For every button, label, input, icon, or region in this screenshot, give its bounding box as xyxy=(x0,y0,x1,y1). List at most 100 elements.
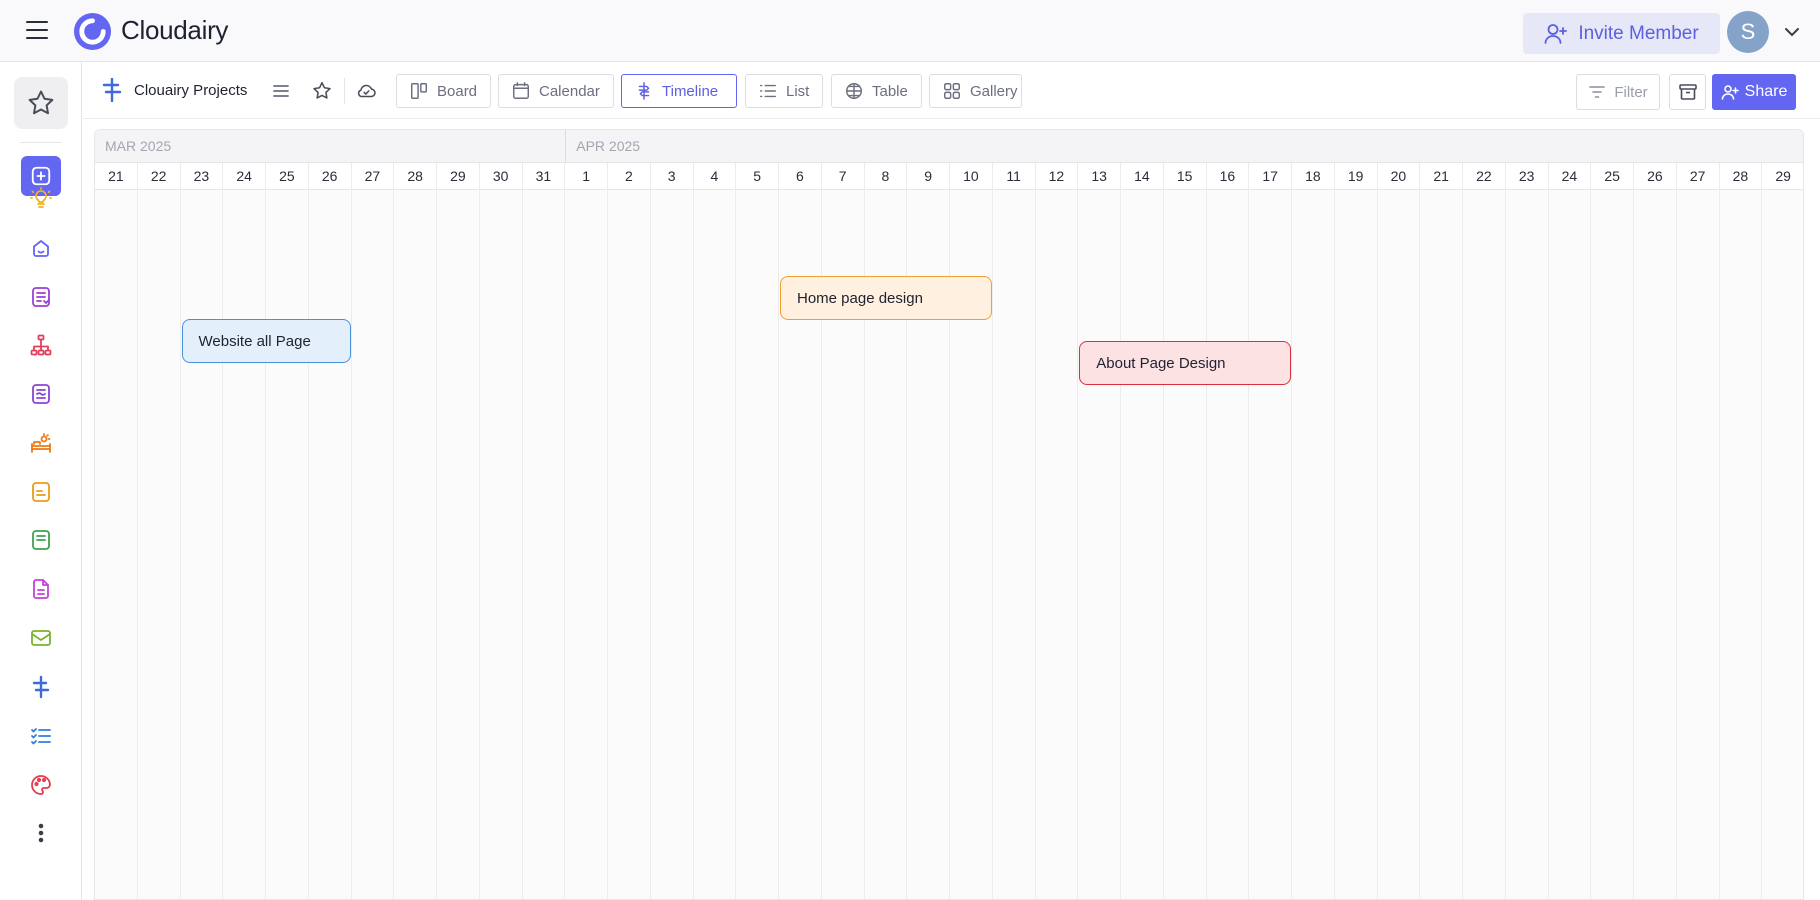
checklist-icon xyxy=(31,728,51,745)
left-sidebar xyxy=(0,62,82,900)
day-column[interactable] xyxy=(1420,190,1463,899)
day-header: 17 xyxy=(1249,163,1292,190)
day-column[interactable] xyxy=(1207,190,1250,899)
day-header: 28 xyxy=(394,163,437,190)
day-column[interactable] xyxy=(1677,190,1720,899)
tab-label: Board xyxy=(437,82,478,100)
day-header-row: 21 22 23 24 25 26 27 28 29 30 31 1 2 3 4 5 6 7 8 9 10 11 12 13 1… xyxy=(95,163,1803,190)
sidebar-item-bulb[interactable] xyxy=(21,179,61,219)
tab-list[interactable]: List xyxy=(745,74,823,108)
tab-table[interactable]: Table xyxy=(831,74,922,108)
tab-gallery[interactable]: Gallery xyxy=(929,74,1022,108)
day-column[interactable] xyxy=(181,190,224,899)
sidebar-item-note-green[interactable] xyxy=(21,520,61,560)
sidebar-item-notes[interactable] xyxy=(21,277,61,317)
day-column[interactable] xyxy=(651,190,694,899)
day-column[interactable] xyxy=(1335,190,1378,899)
calendar-icon xyxy=(513,82,529,99)
share-label: Share xyxy=(1744,83,1788,100)
day-header: 15 xyxy=(1164,163,1207,190)
tab-label: Calendar xyxy=(539,82,600,100)
day-column[interactable] xyxy=(309,190,352,899)
day-column[interactable] xyxy=(1292,190,1335,899)
table-icon xyxy=(846,83,862,100)
tab-calendar[interactable]: Calendar xyxy=(498,74,614,108)
menu-icon[interactable] xyxy=(26,21,48,40)
day-header: 16 xyxy=(1207,163,1250,190)
day-header: 22 xyxy=(1463,163,1506,190)
share-button[interactable]: Share xyxy=(1712,74,1796,110)
notes-icon xyxy=(32,287,50,307)
sidebar-item-note-yellow[interactable] xyxy=(21,472,61,512)
sidebar-item-signpost[interactable] xyxy=(21,667,61,707)
sidebar-item-palette[interactable] xyxy=(21,765,61,805)
day-header: 14 xyxy=(1121,163,1164,190)
day-header: 22 xyxy=(138,163,181,190)
timeline-body[interactable]: Website all Page Home page design About Pa… xyxy=(95,190,1803,899)
month-label: MAR 2025 xyxy=(105,138,172,154)
chevron-down-icon[interactable] xyxy=(1782,22,1802,42)
timeline-task-bar[interactable]: Home page design xyxy=(780,276,992,320)
tab-board[interactable]: Board xyxy=(396,74,491,108)
day-column[interactable] xyxy=(1121,190,1164,899)
sidebar-item-sun-sofa[interactable] xyxy=(21,424,61,464)
timeline-grid: MAR 2025 APR 2025 21 22 23 24 25 26 27 28 29 30 31… xyxy=(94,129,1804,900)
day-column[interactable] xyxy=(565,190,608,899)
sidebar-item-checklist[interactable] xyxy=(21,716,61,756)
day-column[interactable] xyxy=(694,190,737,899)
invite-member-button[interactable]: Invite Member xyxy=(1523,13,1720,54)
day-column[interactable] xyxy=(608,190,651,899)
day-column[interactable] xyxy=(223,190,266,899)
day-column[interactable] xyxy=(480,190,523,899)
timeline-task-bar[interactable]: About Page Design xyxy=(1079,341,1291,385)
filter-button[interactable]: Filter xyxy=(1576,74,1660,110)
tab-timeline[interactable]: Timeline xyxy=(621,74,737,108)
palette-icon xyxy=(31,775,51,795)
menu-lines-icon[interactable] xyxy=(270,80,292,102)
day-column[interactable] xyxy=(437,190,480,899)
cloudairy-logo-icon[interactable] xyxy=(73,12,112,51)
day-column[interactable] xyxy=(1249,190,1292,899)
sidebar-item-document-lines[interactable] xyxy=(21,374,61,414)
day-column[interactable] xyxy=(1549,190,1592,899)
day-column[interactable] xyxy=(1506,190,1549,899)
day-column[interactable] xyxy=(736,190,779,899)
task-label: Home page design xyxy=(797,289,923,307)
day-column[interactable] xyxy=(993,190,1036,899)
day-column[interactable] xyxy=(1078,190,1121,899)
sidebar-item-home[interactable] xyxy=(21,228,61,268)
day-header: 25 xyxy=(266,163,309,190)
day-header: 25 xyxy=(1591,163,1634,190)
sidebar-item-mail[interactable] xyxy=(21,618,61,658)
day-column[interactable] xyxy=(1762,190,1803,899)
day-header: 11 xyxy=(993,163,1036,190)
day-column[interactable] xyxy=(138,190,181,899)
day-column[interactable] xyxy=(1378,190,1421,899)
star-icon[interactable] xyxy=(311,80,333,102)
sidebar-item-file[interactable] xyxy=(21,569,61,609)
day-column[interactable] xyxy=(266,190,309,899)
day-column[interactable] xyxy=(1591,190,1634,899)
day-column[interactable] xyxy=(394,190,437,899)
cloud-sync-icon[interactable] xyxy=(355,80,377,102)
top-header: Cloudairy Invite Member S xyxy=(0,0,1820,62)
file-icon xyxy=(33,579,49,599)
day-column[interactable] xyxy=(1164,190,1207,899)
day-column[interactable] xyxy=(95,190,138,899)
user-avatar[interactable]: S xyxy=(1727,11,1769,53)
day-column[interactable] xyxy=(523,190,566,899)
archive-button[interactable] xyxy=(1669,74,1706,110)
day-column[interactable] xyxy=(352,190,395,899)
day-column[interactable] xyxy=(1634,190,1677,899)
sidebar-item-more-vertical[interactable] xyxy=(21,813,61,853)
project-title: Clouairy Projects xyxy=(134,82,248,99)
timeline-task-bar[interactable]: Website all Page xyxy=(181,319,351,363)
day-header: 31 xyxy=(523,163,566,190)
sidebar-item-hierarchy[interactable] xyxy=(21,325,61,365)
day-column[interactable] xyxy=(1036,190,1079,899)
day-header: 19 xyxy=(1335,163,1378,190)
board-icon xyxy=(411,83,427,99)
day-column[interactable] xyxy=(1463,190,1506,899)
day-column[interactable] xyxy=(1720,190,1763,899)
favorites-button[interactable] xyxy=(14,77,68,129)
